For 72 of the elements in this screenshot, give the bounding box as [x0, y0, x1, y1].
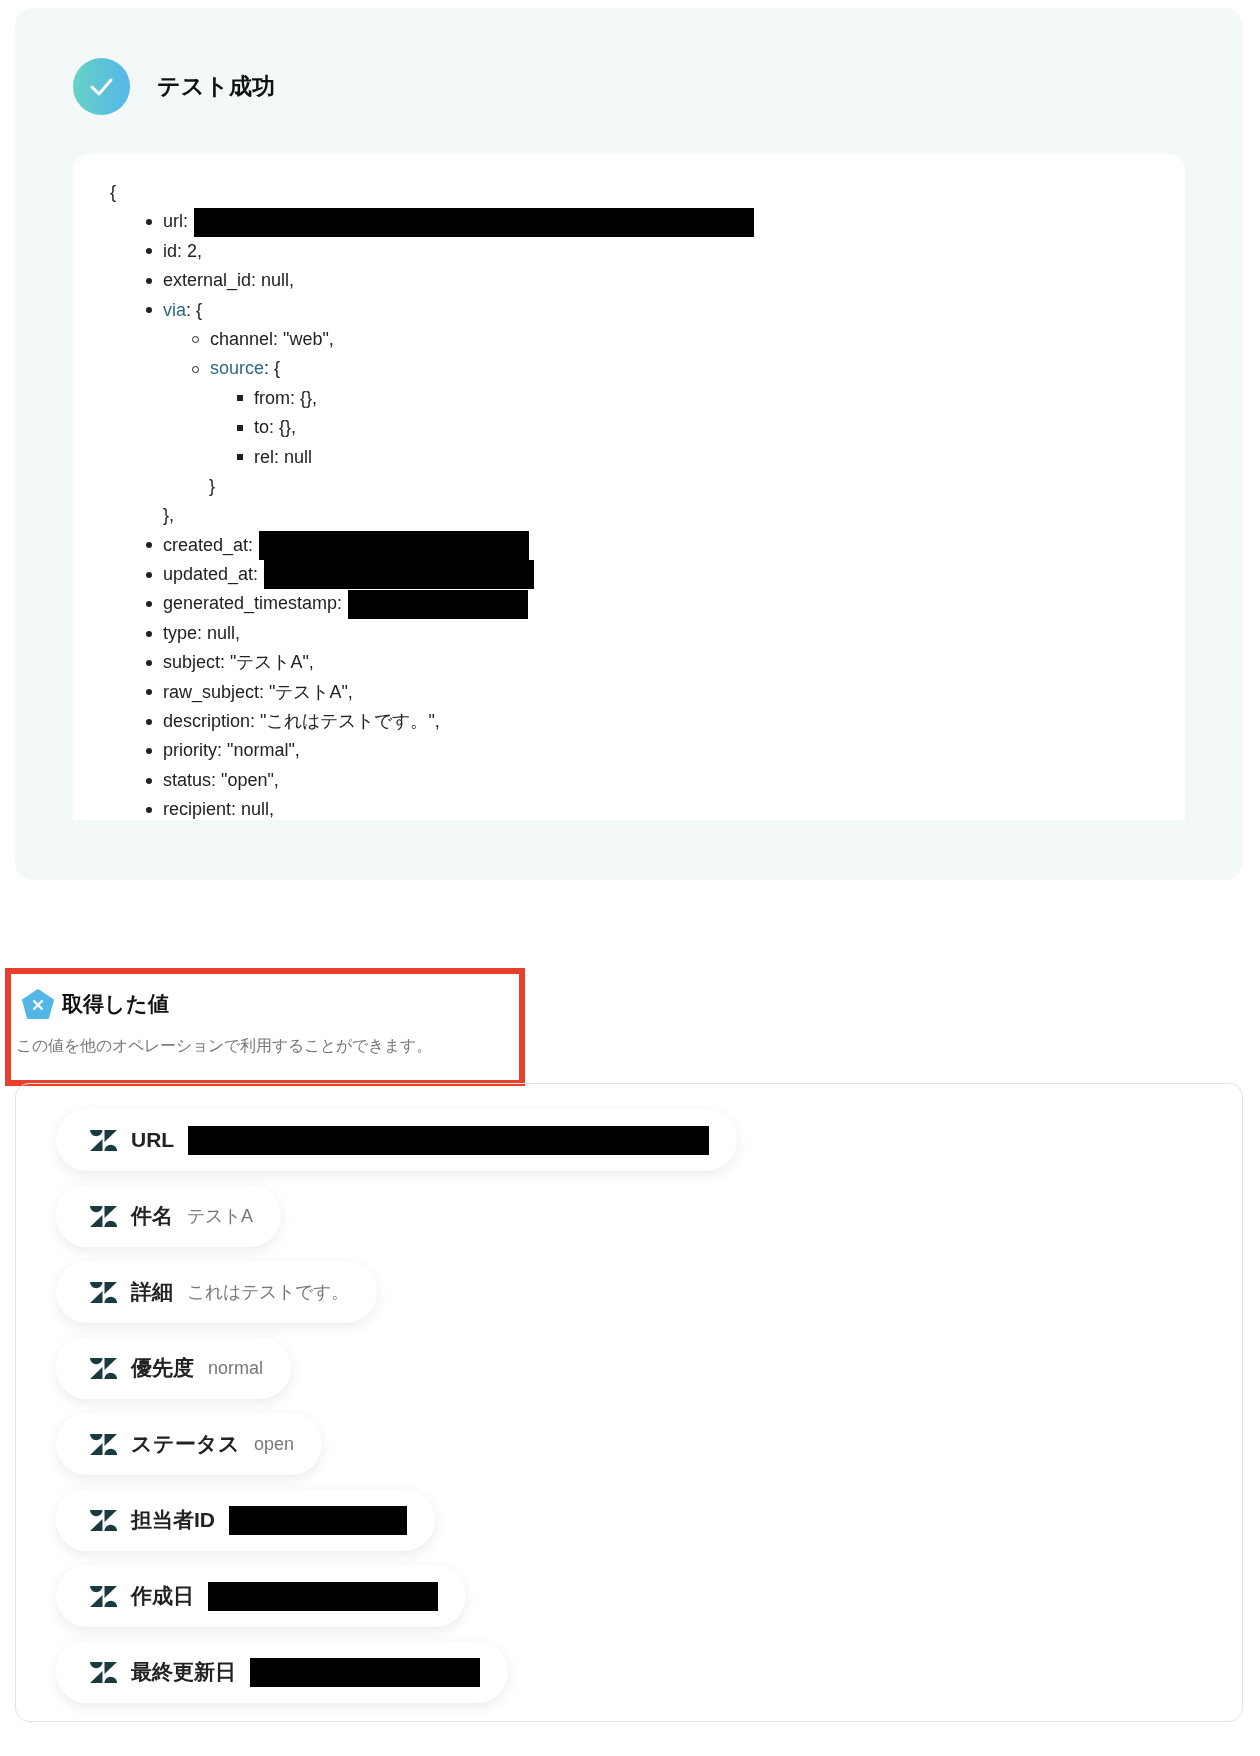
bullet-icon	[146, 748, 152, 755]
code-text: },	[163, 504, 174, 528]
code-text: subject: "テストA",	[163, 651, 314, 675]
zigzag-logo-icon	[90, 1281, 117, 1303]
code-text: recipient: null,	[163, 798, 275, 820]
result-title: テスト成功	[157, 71, 275, 101]
value-pill[interactable]: 件名 テストA	[56, 1185, 281, 1247]
zigzag-logo-icon	[90, 1357, 117, 1379]
value-label: 作成日	[131, 1583, 194, 1610]
bullet-icon	[237, 424, 243, 431]
bullet-icon	[237, 454, 243, 461]
value-pill[interactable]: 担当者ID	[56, 1489, 435, 1551]
code-text: channel: "web",	[210, 327, 334, 351]
zigzag-logo-icon	[90, 1129, 117, 1151]
bullet-icon	[146, 630, 152, 637]
code-text: created_at:	[163, 533, 254, 558]
code-text: from: {},	[254, 386, 318, 410]
code-text: type: null,	[163, 621, 241, 645]
zigzag-logo-icon	[90, 1509, 117, 1531]
bullet-icon	[237, 395, 243, 402]
value-pill[interactable]: 詳細 これはテストです。	[56, 1261, 377, 1323]
code-text: priority: "normal",	[163, 739, 300, 763]
bullet-icon	[146, 277, 152, 284]
zigzag-logo-icon	[90, 1433, 117, 1455]
bullet-icon	[146, 307, 152, 314]
code-text: url:	[163, 210, 188, 234]
bullet-icon	[146, 659, 152, 666]
value-text: open	[254, 1432, 295, 1456]
value-label: URL	[131, 1127, 175, 1154]
value-pill[interactable]: 作成日	[56, 1565, 466, 1627]
bullet-icon	[146, 601, 152, 608]
bullet-icon	[146, 542, 152, 549]
code-text: raw_subject: "テストA",	[163, 680, 353, 705]
value-pill[interactable]: 最終更新日	[56, 1641, 508, 1703]
bullet-icon	[146, 718, 152, 725]
value-label: 担当者ID	[131, 1507, 215, 1534]
value-label: ステータス	[131, 1431, 240, 1458]
zigzag-logo-icon	[90, 1661, 117, 1683]
bullet-icon	[146, 219, 152, 226]
value-text: これはテストです。	[187, 1280, 349, 1304]
success-check-icon	[73, 57, 130, 115]
section-description: この値を他のオペレーションで利用することができます。	[16, 1035, 433, 1056]
bullet-icon	[146, 806, 152, 813]
bullet-icon	[146, 689, 152, 696]
pentagon-x-icon	[22, 988, 54, 1019]
value-label: 件名	[131, 1203, 173, 1230]
zigzag-logo-icon	[90, 1205, 117, 1227]
code-text: to: {},	[254, 416, 297, 440]
code-text: source: {	[210, 357, 281, 381]
code-text: {	[110, 181, 116, 204]
zigzag-logo-icon	[90, 1585, 117, 1607]
section-title: 取得した値	[62, 991, 169, 1017]
code-text: id: 2,	[163, 239, 203, 263]
code-text: generated_timestamp:	[163, 592, 343, 616]
value-pill[interactable]: ステータス open	[56, 1413, 323, 1475]
value-text: normal	[208, 1356, 264, 1380]
value-label: 最終更新日	[131, 1659, 236, 1686]
value-pill[interactable]: 優先度 normal	[56, 1337, 292, 1399]
bullet-icon	[146, 571, 152, 578]
bullet-icon	[146, 777, 152, 784]
value-text: テストA	[187, 1204, 253, 1228]
code-text: }	[209, 474, 215, 498]
code-text: status: "open",	[163, 768, 279, 792]
code-text: rel: null	[254, 445, 313, 469]
code-text: description: "これはテストです。",	[163, 710, 440, 734]
code-text: external_id: null,	[163, 269, 295, 293]
value-pill[interactable]: URL	[56, 1109, 738, 1171]
code-text: via: {	[163, 298, 203, 322]
bullet-icon	[146, 248, 152, 255]
value-label: 優先度	[131, 1355, 194, 1382]
code-text: updated_at:	[163, 563, 259, 587]
value-label: 詳細	[131, 1279, 173, 1306]
